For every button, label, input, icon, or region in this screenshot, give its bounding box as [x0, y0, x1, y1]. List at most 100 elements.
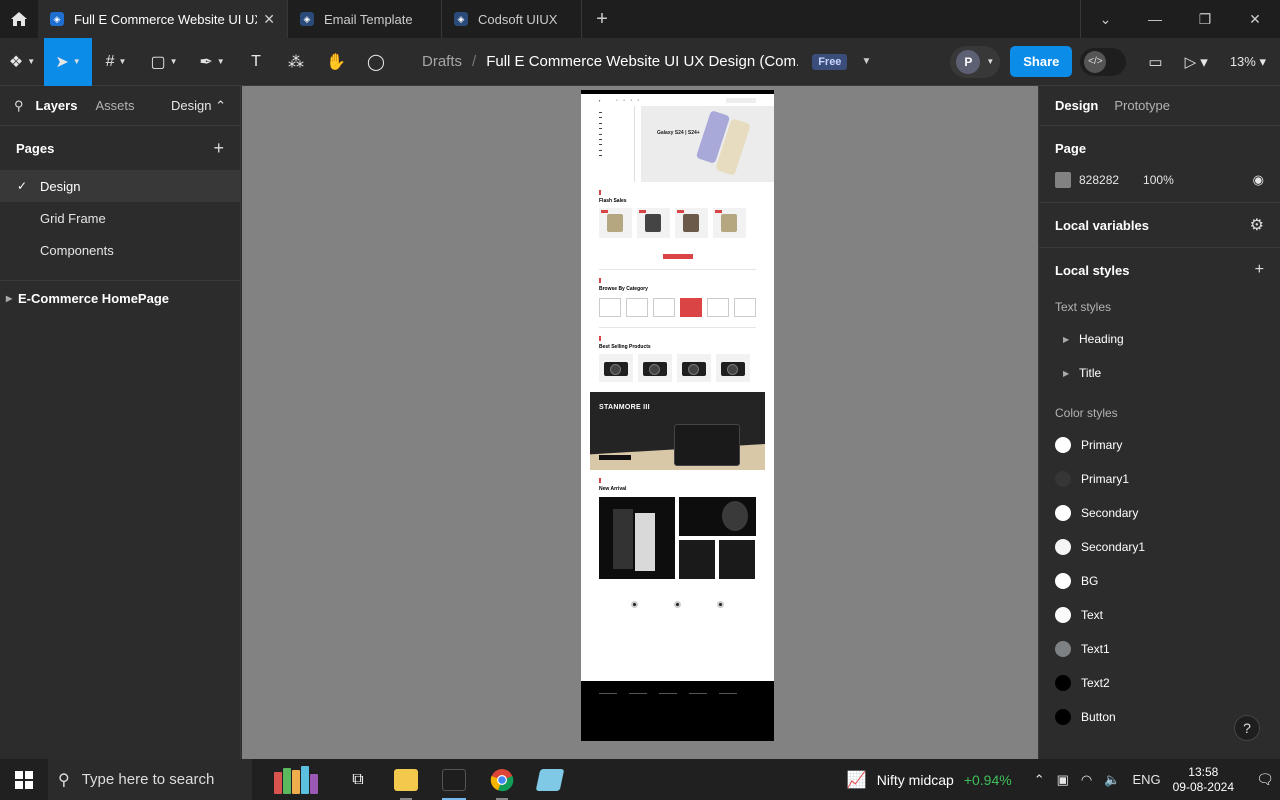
add-page-icon[interactable]: +	[213, 138, 224, 159]
frame-new-arrival: New Arrival	[581, 478, 774, 608]
share-button[interactable]: Share	[1010, 46, 1073, 77]
tab-assets[interactable]: Assets	[95, 98, 134, 113]
plus-icon: +	[596, 7, 608, 30]
page-fill-opacity[interactable]: 100%	[1143, 173, 1174, 187]
zoom-dropdown[interactable]: 13% ▾	[1230, 54, 1266, 70]
add-style-icon[interactable]: +	[1255, 261, 1264, 279]
file-menu-chevron-icon[interactable]: ▼	[861, 56, 871, 67]
tab-codsoft-uiux[interactable]: ◈ Codsoft UIUX	[442, 0, 582, 38]
text-tool-button[interactable]: T	[236, 38, 276, 86]
color-style-item[interactable]: BG	[1055, 564, 1264, 598]
layer-row-ecommerce-homepage[interactable]: ▶ # E-Commerce HomePage	[0, 90, 361, 741]
folder-icon	[394, 768, 418, 791]
tab-prototype[interactable]: Prototype	[1114, 98, 1170, 113]
layers-panel: ⚲ Layers Assets Design ⌃ Pages + ✓ Desig…	[0, 86, 361, 759]
color-style-item[interactable]: Text1	[1055, 632, 1264, 666]
tab-layers[interactable]: Layers	[36, 98, 78, 113]
page-item-grid-frame[interactable]: Grid Frame	[0, 202, 240, 234]
color-style-item[interactable]: Secondary1	[1055, 530, 1264, 564]
help-button[interactable]: ?	[1234, 715, 1260, 741]
page-fill-hex[interactable]: 828282	[1079, 173, 1119, 187]
resources-button[interactable]: ⁂	[276, 38, 316, 86]
variables-settings-icon[interactable]: ⚙	[1250, 215, 1264, 235]
figma-app-button[interactable]	[430, 759, 478, 800]
snip-icon	[535, 768, 565, 791]
color-style-item[interactable]: Text2	[1055, 666, 1264, 700]
figma-file-icon: ◈	[300, 12, 314, 26]
local-variables-row[interactable]: Local variables ⚙	[1055, 203, 1264, 247]
clock-date: 09-08-2024	[1172, 779, 1234, 794]
search-icon[interactable]: ⚲	[14, 98, 24, 114]
canvas[interactable]: ▪ ▪ ▪ ▪ ▪ ▬ ▬ ▬ ▬ ▬ ▬ ▬ ▬ ▬ Galaxy S24 | S24+ Flash…	[242, 86, 1038, 759]
taskbar-search[interactable]: ⚲ Type here to search	[48, 759, 252, 800]
title-bar: ◈ Full E Commerce Website UI UX De ✕ ◈ E…	[0, 0, 1280, 38]
user-menu[interactable]: P ▼	[950, 45, 1001, 78]
pen-tool-button[interactable]: ✒ ▼	[188, 38, 236, 86]
wifi-icon[interactable]: ◠	[1081, 772, 1092, 788]
frame-hero: ▬ ▬ ▬ ▬ ▬ ▬ ▬ ▬ ▬ Galaxy S24 | S24+	[581, 106, 774, 182]
restore-icon[interactable]: ❐	[1180, 0, 1230, 38]
color-style-item[interactable]: Button	[1055, 700, 1264, 734]
clock[interactable]: 13:58 09-08-2024	[1173, 765, 1234, 795]
language-indicator[interactable]: ENG	[1132, 772, 1160, 787]
main-menu-button[interactable]: ❖ ▼	[0, 38, 44, 86]
ecommerce-homepage-frame[interactable]: ▪ ▪ ▪ ▪ ▪ ▬ ▬ ▬ ▬ ▬ ▬ ▬ ▬ ▬ Galaxy S24 | S24+ Flash…	[581, 90, 774, 741]
text-style-heading[interactable]: ▶ Heading	[1055, 322, 1264, 356]
avatar: P	[956, 49, 981, 74]
expand-arrow-icon[interactable]: ▶	[6, 294, 18, 303]
breadcrumb-drafts[interactable]: Drafts	[422, 53, 462, 70]
frame-category-list: ▬ ▬ ▬ ▬ ▬ ▬ ▬ ▬ ▬	[599, 106, 635, 182]
chrome-button[interactable]	[478, 759, 526, 800]
camera-icon[interactable]: ▣	[1057, 772, 1069, 788]
close-window-icon[interactable]: ✕	[1230, 0, 1280, 38]
page-item-design[interactable]: ✓ Design	[0, 170, 240, 202]
file-explorer-button[interactable]	[382, 759, 430, 800]
color-style-item[interactable]: Primary	[1055, 428, 1264, 462]
task-view-button[interactable]: ⧉	[334, 759, 382, 800]
page-label: Design	[40, 178, 81, 194]
frame-section-title: Best Selling Products	[599, 344, 651, 350]
new-tab-button[interactable]: +	[582, 0, 622, 38]
page-dropdown[interactable]: Design ⌃	[171, 98, 226, 114]
text-style-title[interactable]: ▶ Title	[1055, 356, 1264, 390]
page-item-components[interactable]: Components	[0, 234, 240, 266]
volume-icon[interactable]: 🔈	[1104, 772, 1120, 788]
stock-widget[interactable]: 📈 Nifty midcap +0.94%	[847, 770, 1012, 790]
frame-banner-title: STANMORE III	[599, 404, 650, 411]
chevron-up-icon[interactable]: ⌃	[1034, 772, 1045, 788]
clock-time: 13:58	[1188, 764, 1219, 779]
tab-active-file[interactable]: ◈ Full E Commerce Website UI UX De ✕	[38, 0, 288, 38]
comment-tool-button[interactable]: ◯	[356, 38, 396, 86]
tabs-dropdown-icon[interactable]: ⌄	[1080, 0, 1130, 38]
close-tab-icon[interactable]: ✕	[263, 11, 275, 28]
snipping-tool-button[interactable]	[526, 759, 574, 800]
tab-design[interactable]: Design	[1055, 98, 1098, 113]
tab-email-template[interactable]: ◈ Email Template	[288, 0, 442, 38]
start-button[interactable]	[0, 759, 48, 800]
frame-tool-button[interactable]: # ▼	[92, 38, 140, 86]
move-tool-button[interactable]: ➤ ▼	[44, 37, 92, 86]
present-play-icon[interactable]: ▷ ▾	[1185, 53, 1208, 71]
shape-tool-button[interactable]: ▢ ▼	[140, 38, 188, 86]
color-style-label: Text2	[1081, 676, 1110, 690]
rectangle-icon: ▢	[150, 53, 166, 71]
dev-mode-toggle[interactable]: </>	[1080, 47, 1127, 76]
library-book-icon[interactable]: ▭	[1148, 53, 1162, 71]
color-style-item[interactable]: Text	[1055, 598, 1264, 632]
notifications-icon[interactable]: 🗨	[1250, 771, 1280, 788]
books-widget-icon[interactable]	[258, 759, 334, 800]
eye-icon[interactable]: ◉	[1253, 172, 1264, 188]
color-style-item[interactable]: Secondary	[1055, 496, 1264, 530]
file-title[interactable]: Full E Commerce Website UI UX Design (Co…	[486, 53, 798, 70]
minimize-icon[interactable]: —	[1130, 0, 1180, 38]
home-button[interactable]	[0, 0, 38, 38]
color-style-item[interactable]: Primary1	[1055, 462, 1264, 496]
comment-icon: ◯	[367, 53, 385, 71]
pages-header: Pages +	[0, 126, 240, 170]
page-color-swatch[interactable]	[1055, 172, 1071, 188]
ticker-change: +0.94%	[963, 771, 1012, 788]
page-section: Page 828282 100% ◉	[1039, 126, 1280, 203]
page-label: Grid Frame	[40, 210, 106, 226]
hand-tool-button[interactable]: ✋	[316, 38, 356, 86]
frame-product-row	[599, 208, 756, 238]
